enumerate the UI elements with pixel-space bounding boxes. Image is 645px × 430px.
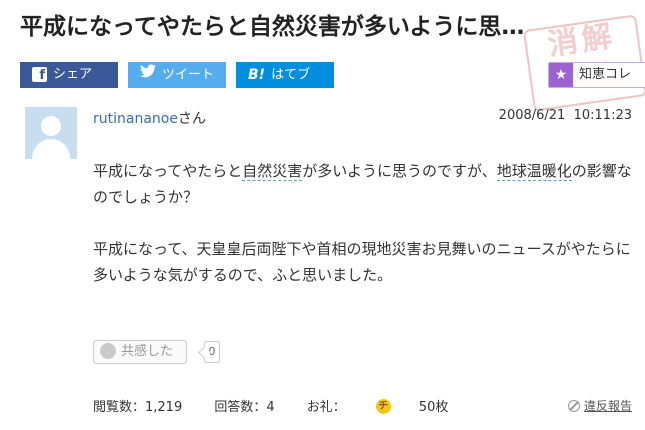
answer-count: 回答数：4 bbox=[214, 400, 275, 415]
view-count: 閲覧数：1,219 bbox=[93, 400, 183, 415]
empathy-label: 共感した bbox=[121, 344, 174, 359]
prohibited-icon bbox=[568, 399, 580, 412]
twitter-share-button[interactable]: ツイート bbox=[128, 62, 226, 88]
post-date: 2008/6/21 bbox=[498, 108, 566, 123]
report-label: 違反報告 bbox=[584, 399, 633, 413]
keyword-link-chikyu-ondanka[interactable]: 地球温暖化 bbox=[496, 162, 572, 181]
username-link[interactable]: rutinananoe bbox=[93, 111, 178, 127]
keyword-link-shizen-saigai[interactable]: 自然災害 bbox=[242, 162, 303, 181]
questioner-name: rutinananoeさん bbox=[93, 108, 206, 128]
hatena-icon: B! bbox=[248, 67, 266, 83]
thanks: お礼：チ 50枚 bbox=[306, 399, 449, 415]
hatena-label: はてブ bbox=[271, 67, 311, 83]
question-paragraph-1: 平成になってやたらと自然災害が多いように思うのですが、地球温暖化の影響なのでしょ… bbox=[93, 162, 632, 206]
coin-icon: チ bbox=[375, 399, 391, 414]
post-datetime: 2008/6/21 10:11:23 bbox=[466, 108, 632, 123]
avatar bbox=[25, 107, 77, 159]
empathy-button[interactable]: 共感した bbox=[93, 340, 187, 364]
twitter-share-label: ツイート bbox=[162, 67, 215, 83]
facebook-icon: f bbox=[32, 67, 47, 83]
chiebukuro-collection-button[interactable]: ★ 知恵コレ bbox=[548, 62, 645, 88]
report-violation-link[interactable]: 違反報告 bbox=[568, 397, 632, 414]
question-paragraph-2: 平成になって、天皇皇后両陛下や首相の現地災害お見舞いのニュースがやたらに多いよう… bbox=[93, 240, 631, 284]
avatar-head-shape bbox=[41, 116, 61, 136]
facebook-share-label: シェア bbox=[53, 67, 93, 82]
thanks-value: 50枚 bbox=[418, 400, 449, 415]
twitter-bird-icon bbox=[140, 62, 156, 88]
avatar-body-shape bbox=[32, 139, 70, 159]
empathy-count: 0 bbox=[204, 341, 220, 363]
facebook-share-button[interactable]: f シェア bbox=[20, 62, 118, 88]
chiebukuro-label: 知恵コレ bbox=[579, 67, 632, 82]
question-stats: 閲覧数：1,219 回答数：4 お礼：チ 50枚 bbox=[93, 396, 476, 415]
honorific: さん bbox=[177, 111, 206, 127]
hatena-bookmark-button[interactable]: B! はてブ bbox=[236, 62, 334, 88]
smiley-icon bbox=[100, 342, 116, 359]
post-time: 10:11:23 bbox=[573, 108, 632, 123]
question-body: 平成になってやたらと自然災害が多いように思うのですが、地球温暖化の影響なのでしょ… bbox=[93, 158, 633, 288]
star-icon: ★ bbox=[549, 63, 573, 87]
